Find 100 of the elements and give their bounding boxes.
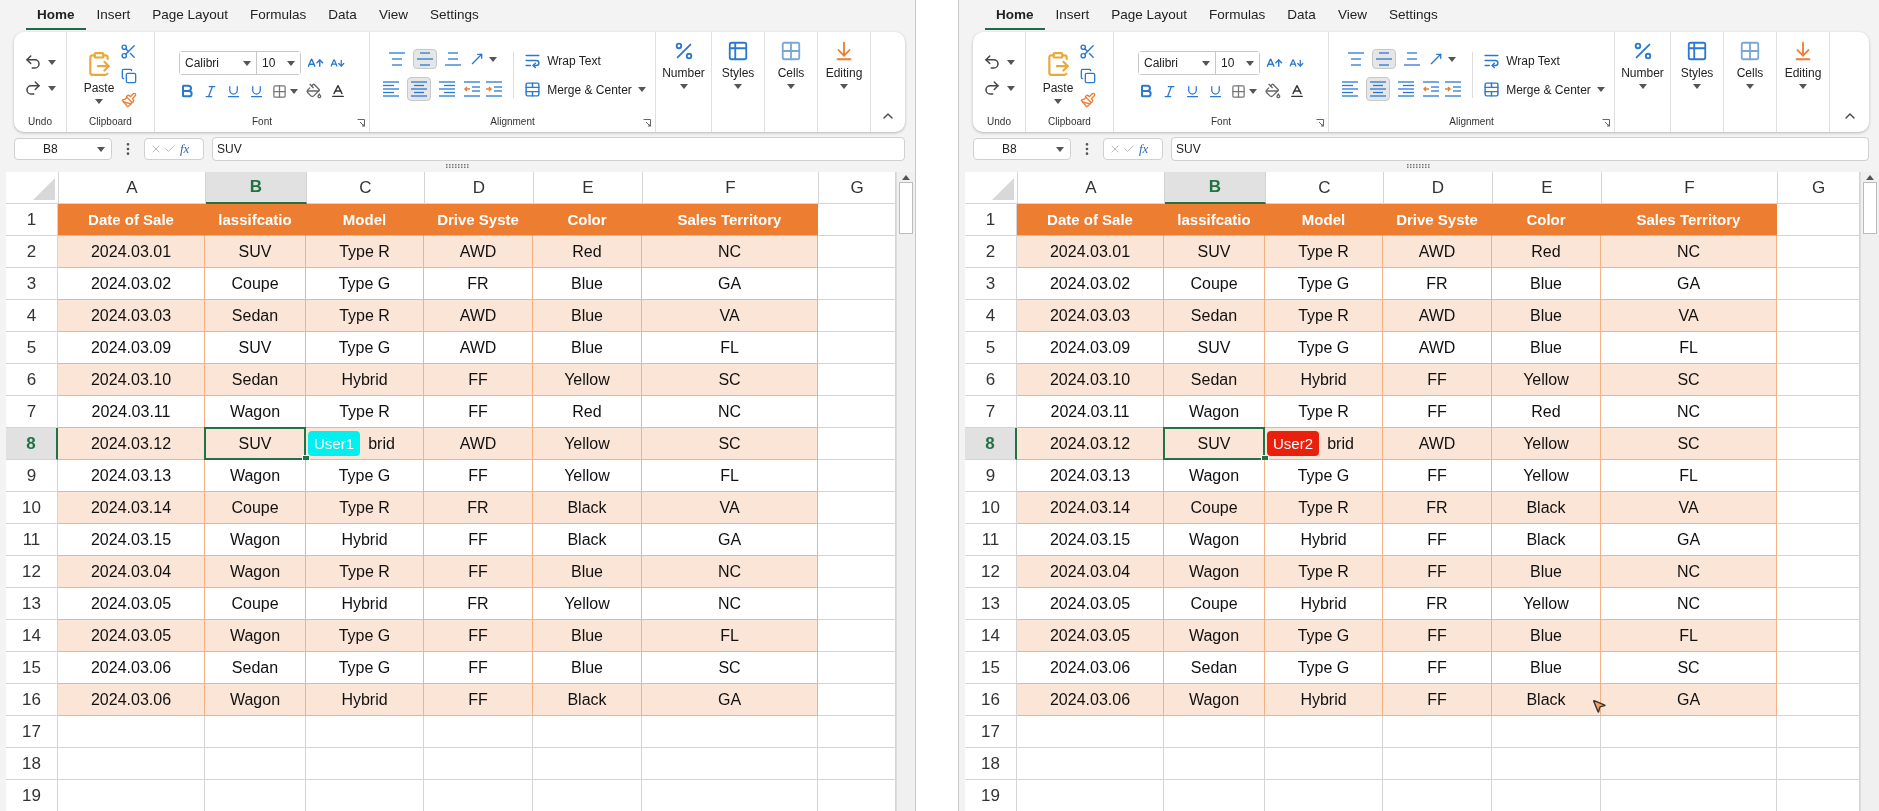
fill-color-icon[interactable] [1264, 83, 1281, 99]
row-header[interactable]: 1 [965, 204, 1017, 236]
row-header[interactable]: 15 [965, 652, 1017, 684]
column-header[interactable]: D [425, 172, 534, 204]
row-header[interactable]: 13 [6, 588, 58, 620]
row-header[interactable]: 6 [6, 364, 58, 396]
borders-icon[interactable] [271, 83, 287, 99]
font-size-select[interactable]: 10 [257, 51, 301, 75]
row-header[interactable]: 9 [965, 460, 1017, 492]
row-header[interactable]: 2 [6, 236, 58, 268]
redo-icon[interactable] [983, 79, 1001, 97]
row-header[interactable]: 17 [965, 716, 1017, 748]
ribbon-menu-button[interactable]: Number [1621, 36, 1664, 89]
scroll-up-icon[interactable] [902, 175, 910, 180]
row-header[interactable]: 4 [6, 300, 58, 332]
wrap-text-button[interactable]: Wrap Text [524, 52, 601, 69]
column-header[interactable]: D [1384, 172, 1493, 204]
caret-icon[interactable] [1007, 59, 1015, 65]
row-header[interactable]: 14 [965, 620, 1017, 652]
dialog-launcher-icon[interactable] [643, 119, 651, 127]
row-header[interactable]: 3 [6, 268, 58, 300]
column-header[interactable]: A [59, 172, 206, 204]
ribbon-menu-button[interactable]: Cells [1736, 36, 1764, 89]
formula-input[interactable]: SUV [212, 137, 905, 161]
column-header[interactable]: G [819, 172, 896, 204]
horizontal-align-button[interactable] [407, 77, 432, 101]
row-header[interactable]: 15 [6, 652, 58, 684]
dialog-launcher-icon[interactable] [1316, 119, 1324, 127]
row-header[interactable]: 1 [6, 204, 58, 236]
ribbon-menu-button[interactable]: Cells [777, 36, 805, 89]
row-header[interactable]: 13 [965, 588, 1017, 620]
row-header[interactable]: 6 [965, 364, 1017, 396]
caret-icon[interactable] [1056, 146, 1064, 152]
row-header[interactable]: 14 [6, 620, 58, 652]
font-name-select[interactable]: Calibri [179, 51, 257, 75]
row-header[interactable]: 11 [965, 524, 1017, 556]
vertical-align-button[interactable] [413, 49, 438, 69]
vertical-scrollbar[interactable] [896, 172, 915, 811]
scissors-icon[interactable] [120, 42, 138, 60]
row-header[interactable]: 3 [965, 268, 1017, 300]
format-painter-icon[interactable] [1079, 91, 1096, 108]
font-color-icon[interactable] [329, 83, 346, 99]
splitter-handle[interactable] [445, 164, 470, 168]
column-header[interactable]: E [1493, 172, 1602, 204]
copy-icon[interactable] [120, 67, 137, 84]
ribbon-tab[interactable]: Settings [1377, 0, 1449, 30]
row-header[interactable]: 12 [965, 556, 1017, 588]
insert-function-button[interactable]: fx [1139, 141, 1149, 157]
row-header[interactable]: 5 [6, 332, 58, 364]
column-header[interactable]: F [1602, 172, 1778, 204]
ribbon-menu-button[interactable]: Number [662, 36, 705, 89]
row-header[interactable]: 10 [6, 492, 58, 524]
formula-input[interactable]: SUV [1171, 137, 1869, 161]
vertical-scrollbar[interactable] [1860, 172, 1879, 811]
row-header[interactable]: 8 [965, 428, 1017, 460]
scroll-up-icon[interactable] [1866, 175, 1874, 180]
merge-center-button[interactable]: Merge & Center [1483, 81, 1605, 98]
row-header[interactable]: 18 [965, 748, 1017, 780]
merge-center-button[interactable]: Merge & Center [524, 81, 646, 98]
row-header[interactable]: 16 [6, 684, 58, 716]
column-header[interactable]: A [1018, 172, 1165, 204]
row-header[interactable]: 16 [965, 684, 1017, 716]
row-header[interactable]: 2 [965, 236, 1017, 268]
underline-icon[interactable] [1184, 83, 1200, 99]
format-painter-icon[interactable] [120, 91, 137, 108]
double-underline-icon[interactable] [248, 83, 264, 99]
column-header[interactable]: B [206, 172, 307, 204]
underline-icon[interactable] [225, 83, 241, 99]
horizontal-align-button[interactable] [1366, 77, 1391, 101]
ribbon-tab[interactable]: Home [26, 0, 86, 30]
row-header[interactable]: 7 [6, 396, 58, 428]
redo-icon[interactable] [24, 79, 42, 97]
ribbon-menu-button[interactable]: Editing [825, 36, 863, 89]
row-header[interactable]: 8 [6, 428, 58, 460]
row-header[interactable]: 17 [6, 716, 58, 748]
column-header[interactable]: B [1165, 172, 1266, 204]
borders-icon[interactable] [1230, 83, 1246, 99]
dialog-launcher-icon[interactable] [1602, 119, 1610, 127]
ribbon-tab[interactable]: Data [1276, 0, 1327, 30]
row-header[interactable]: 12 [6, 556, 58, 588]
ribbon-tab[interactable]: View [1326, 0, 1378, 30]
ribbon-tab[interactable]: Home [985, 0, 1045, 30]
name-box[interactable]: B8 [973, 138, 1071, 160]
row-header[interactable]: 11 [6, 524, 58, 556]
vertical-align-button[interactable] [1372, 49, 1397, 69]
ribbon-tab[interactable]: Formulas [239, 0, 318, 30]
scrollbar-thumb[interactable] [1863, 182, 1877, 234]
ribbon-menu-button[interactable]: Styles [721, 36, 755, 89]
insert-function-button[interactable]: fx [180, 141, 190, 157]
italic-icon[interactable] [1161, 83, 1177, 99]
column-header[interactable]: E [534, 172, 643, 204]
dialog-launcher-icon[interactable] [357, 119, 365, 127]
ribbon-tab[interactable]: Page Layout [141, 0, 240, 30]
ribbon-tab[interactable]: Insert [1044, 0, 1101, 30]
row-header[interactable]: 7 [965, 396, 1017, 428]
caret-icon[interactable] [1007, 85, 1015, 91]
paste-button[interactable]: Paste [1042, 46, 1074, 104]
column-header[interactable]: C [1266, 172, 1384, 204]
ribbon-tab[interactable]: Settings [418, 0, 490, 30]
row-header[interactable]: 18 [6, 748, 58, 780]
